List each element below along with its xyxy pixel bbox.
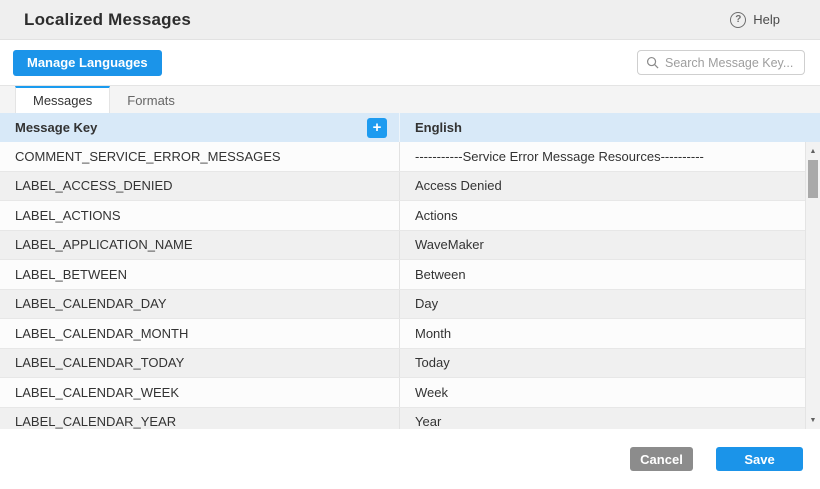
english-value-cell[interactable]: Year <box>400 408 820 430</box>
help-icon: ? <box>730 12 746 28</box>
grid-body: COMMENT_SERVICE_ERROR_MESSAGES----------… <box>0 142 820 429</box>
english-value-cell[interactable]: Today <box>400 349 820 378</box>
table-row[interactable]: LABEL_CALENDAR_WEEKWeek <box>0 378 820 408</box>
table-row[interactable]: LABEL_CALENDAR_YEARYear <box>0 408 820 430</box>
message-key-cell[interactable]: LABEL_ACTIONS <box>0 201 400 230</box>
footer: Cancel Save <box>0 429 820 489</box>
message-key-cell[interactable]: LABEL_APPLICATION_NAME <box>0 231 400 260</box>
english-value-cell[interactable]: Week <box>400 378 820 407</box>
english-value-cell[interactable]: Actions <box>400 201 820 230</box>
save-button[interactable]: Save <box>716 447 803 471</box>
search-box[interactable] <box>637 50 805 75</box>
search-icon <box>646 56 659 69</box>
message-key-cell[interactable]: LABEL_CALENDAR_MONTH <box>0 319 400 348</box>
message-key-cell[interactable]: LABEL_CALENDAR_YEAR <box>0 408 400 430</box>
table-row[interactable]: LABEL_CALENDAR_TODAYToday <box>0 349 820 379</box>
messages-grid: Message Key + English COMMENT_SERVICE_ER… <box>0 113 820 429</box>
cancel-button[interactable]: Cancel <box>630 447 693 471</box>
english-value-cell[interactable]: Between <box>400 260 820 289</box>
column-header-english: English <box>400 113 820 142</box>
help-button[interactable]: ? Help <box>730 12 780 28</box>
tab-messages[interactable]: Messages <box>15 86 110 113</box>
tab-formats[interactable]: Formats <box>110 86 192 113</box>
toolbar: Manage Languages <box>0 40 820 85</box>
rows-container: COMMENT_SERVICE_ERROR_MESSAGES----------… <box>0 142 820 429</box>
message-key-cell[interactable]: LABEL_ACCESS_DENIED <box>0 172 400 201</box>
message-key-cell[interactable]: LABEL_CALENDAR_TODAY <box>0 349 400 378</box>
english-value-cell[interactable]: WaveMaker <box>400 231 820 260</box>
vertical-scrollbar[interactable]: ▲ ▼ <box>805 142 820 429</box>
scroll-down-icon[interactable]: ▼ <box>806 413 820 427</box>
add-message-button[interactable]: + <box>367 118 387 138</box>
tab-bar: Messages Formats <box>0 85 820 113</box>
table-row[interactable]: LABEL_CALENDAR_MONTHMonth <box>0 319 820 349</box>
table-row[interactable]: LABEL_APPLICATION_NAMEWaveMaker <box>0 231 820 261</box>
message-key-cell[interactable]: LABEL_CALENDAR_WEEK <box>0 378 400 407</box>
message-key-cell[interactable]: LABEL_BETWEEN <box>0 260 400 289</box>
title-bar: Localized Messages ? Help <box>0 0 820 40</box>
table-row[interactable]: LABEL_CALENDAR_DAYDay <box>0 290 820 320</box>
column-header-message-key: Message Key + <box>0 113 400 142</box>
plus-icon: + <box>373 120 382 135</box>
english-value-cell[interactable]: -----------Service Error Message Resourc… <box>400 142 820 171</box>
page-title: Localized Messages <box>24 10 191 30</box>
table-row[interactable]: LABEL_BETWEENBetween <box>0 260 820 290</box>
manage-languages-button[interactable]: Manage Languages <box>13 50 162 76</box>
scrollbar-thumb[interactable] <box>808 160 818 198</box>
english-value-cell[interactable]: Month <box>400 319 820 348</box>
english-value-cell[interactable]: Day <box>400 290 820 319</box>
table-row[interactable]: LABEL_ACTIONSActions <box>0 201 820 231</box>
help-label: Help <box>753 12 780 27</box>
english-value-cell[interactable]: Access Denied <box>400 172 820 201</box>
localized-messages-dialog: Localized Messages ? Help Manage Languag… <box>0 0 820 489</box>
table-row[interactable]: COMMENT_SERVICE_ERROR_MESSAGES----------… <box>0 142 820 172</box>
message-key-cell[interactable]: COMMENT_SERVICE_ERROR_MESSAGES <box>0 142 400 171</box>
table-row[interactable]: LABEL_ACCESS_DENIEDAccess Denied <box>0 172 820 202</box>
scroll-up-icon[interactable]: ▲ <box>806 144 820 158</box>
english-header-label: English <box>415 120 462 135</box>
grid-header: Message Key + English <box>0 113 820 142</box>
search-input[interactable] <box>665 56 796 70</box>
message-key-header-label: Message Key <box>15 120 97 135</box>
message-key-cell[interactable]: LABEL_CALENDAR_DAY <box>0 290 400 319</box>
